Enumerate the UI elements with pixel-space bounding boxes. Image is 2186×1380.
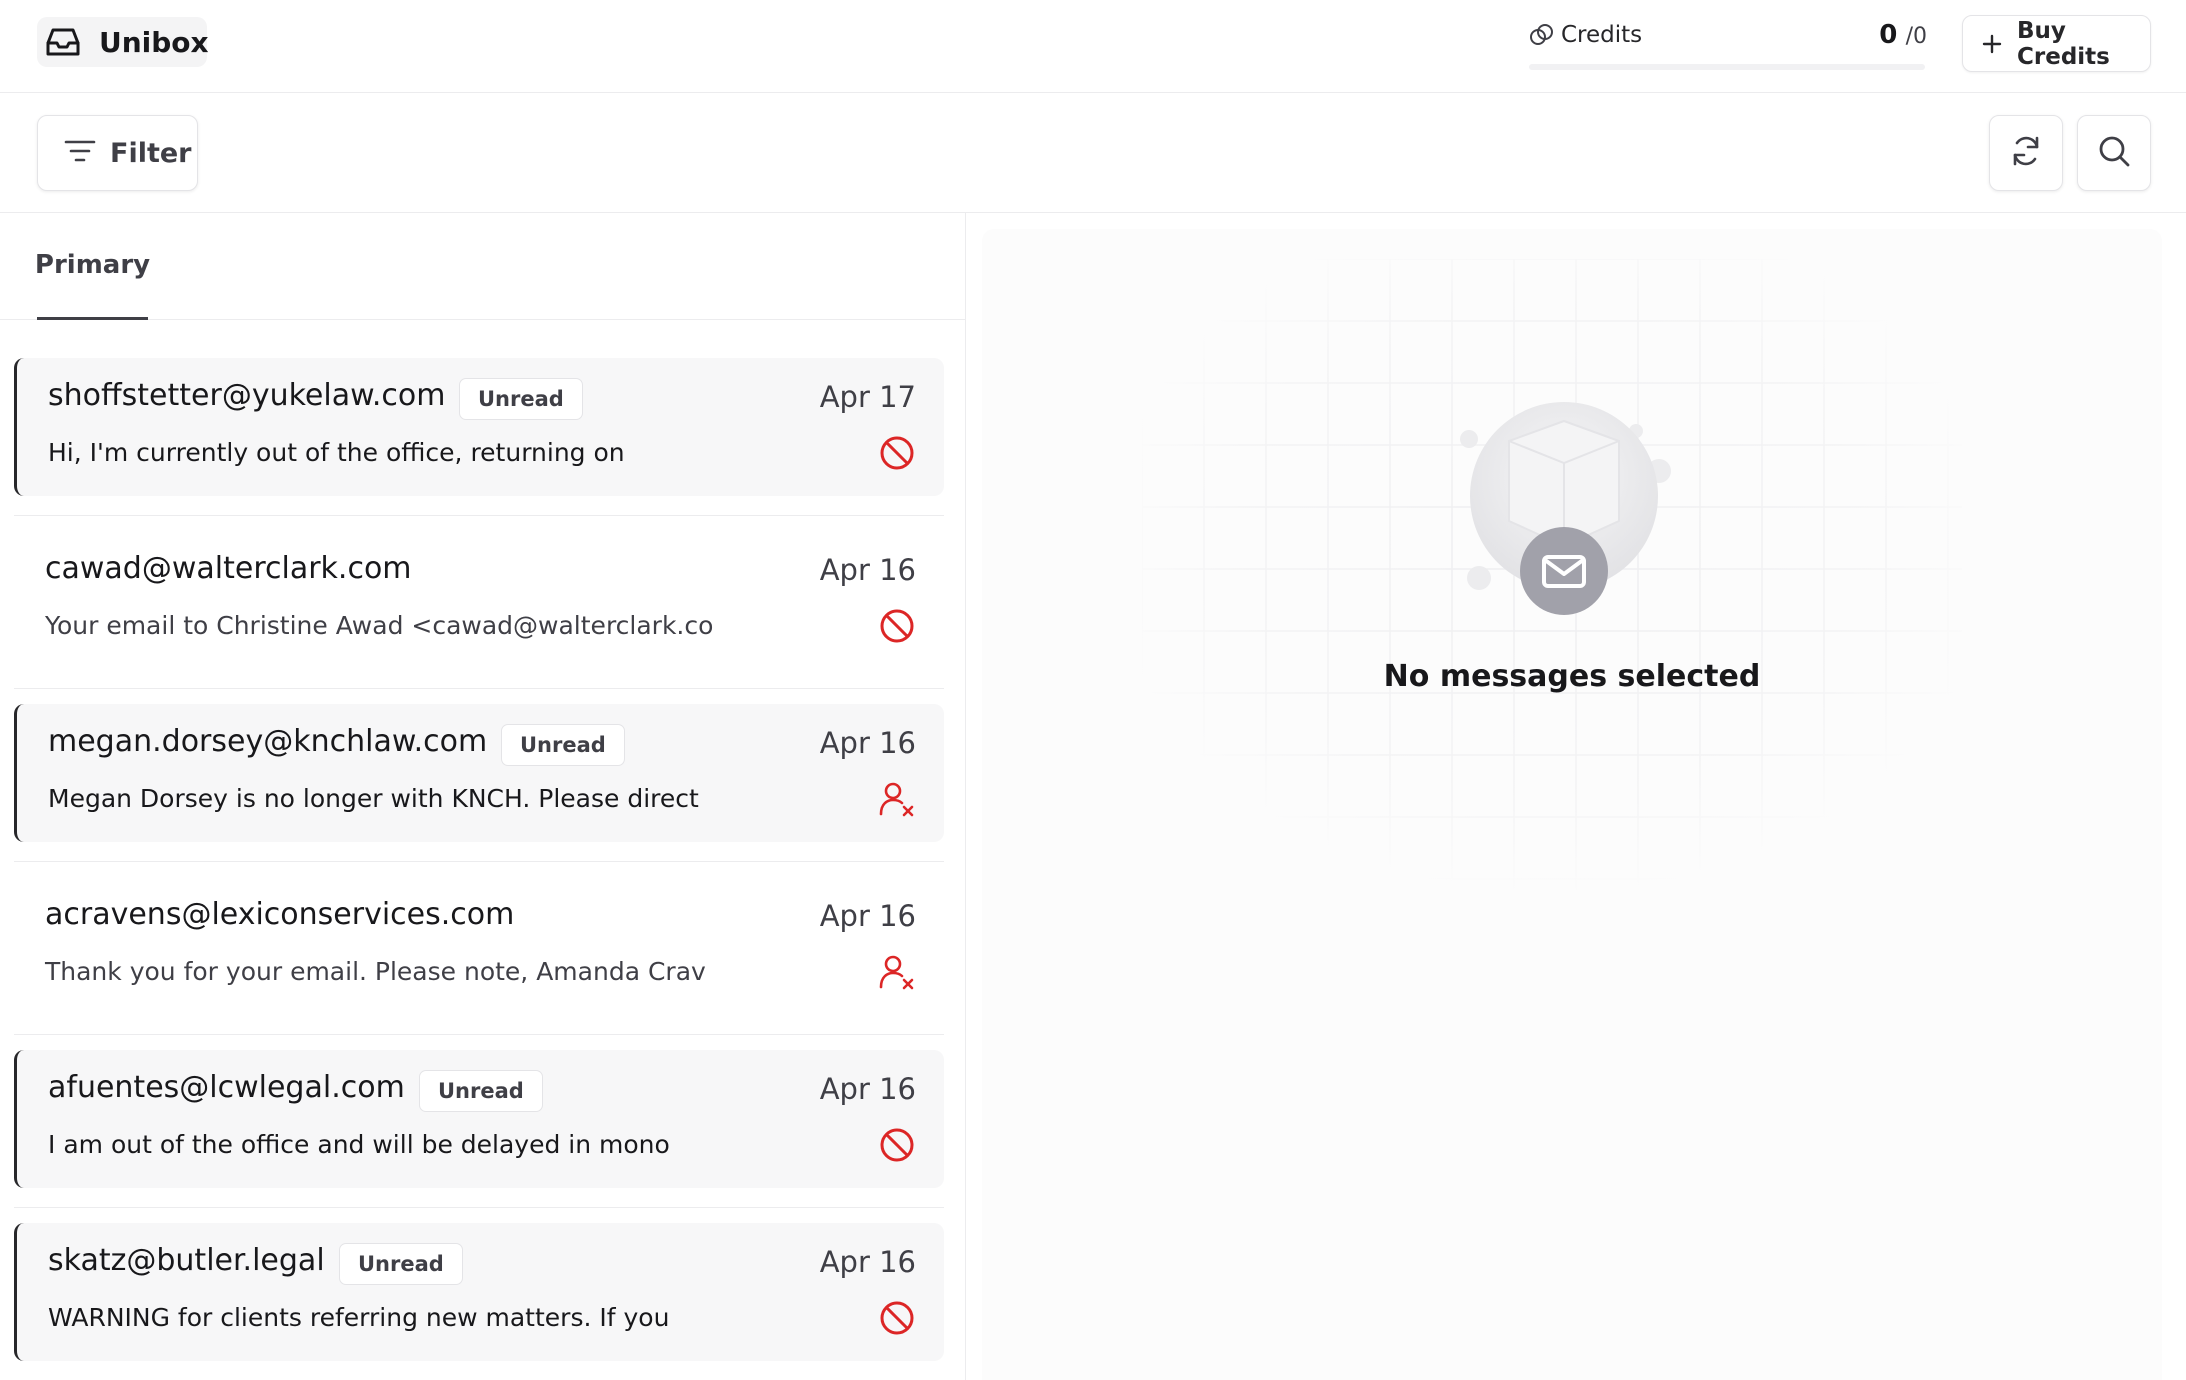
tab-bar: Primary: [0, 213, 965, 320]
message-sender: cawad@walterclark.com: [45, 551, 412, 586]
message-preview: Thank you for your email. Please note, A…: [45, 957, 706, 986]
unread-badge: Unread: [419, 1070, 543, 1112]
credits-used: 0: [1879, 20, 1898, 50]
message-preview: I am out of the office and will be delay…: [48, 1130, 670, 1159]
message-date: Apr 16: [819, 1072, 916, 1106]
row-divider: [14, 515, 944, 516]
row-divider: [14, 1207, 944, 1208]
search-icon: [2096, 133, 2132, 173]
message-sender: megan.dorsey@knchlaw.com: [48, 724, 488, 759]
inbox-icon: [45, 22, 81, 62]
message-row[interactable]: cawad@walterclark.com Apr 16 Your email to…: [14, 531, 944, 669]
tab-primary[interactable]: Primary: [34, 213, 151, 320]
search-button[interactable]: [2077, 115, 2151, 191]
unread-badge: Unread: [501, 724, 625, 766]
message-preview: Your email to Christine Awad <cawad@walt…: [45, 611, 714, 640]
toolbar: Filter: [0, 93, 2186, 213]
credits-total: /0: [1905, 24, 1927, 49]
empty-state-illustration: [1460, 402, 1671, 615]
refresh-icon: [2008, 133, 2044, 173]
message-date: Apr 16: [819, 1245, 916, 1279]
message-date: Apr 17: [819, 380, 916, 414]
blocked-icon: [878, 1299, 916, 1337]
message-sender: skatz@butler.legal: [48, 1243, 325, 1278]
message-preview: Hi, I'm currently out of the office, ret…: [48, 438, 625, 467]
row-divider: [14, 688, 944, 689]
filter-icon: [64, 138, 96, 168]
app-brand[interactable]: Unibox: [37, 17, 209, 67]
user-x-icon: [878, 953, 916, 991]
coins-icon: [1529, 22, 1555, 48]
message-detail-pane: No messages selected: [982, 229, 2162, 1380]
buy-credits-label: Buy Credits: [2017, 17, 2110, 70]
credits-value: 0 /0: [1879, 20, 1927, 50]
message-sender: shoffstetter@yukelaw.com: [48, 378, 446, 413]
tab-primary-label: Primary: [34, 250, 151, 280]
message-preview: WARNING for clients referring new matter…: [48, 1303, 670, 1332]
refresh-button[interactable]: [1989, 115, 2063, 191]
message-sender: afuentes@lcwlegal.com: [48, 1070, 405, 1105]
empty-state-text: No messages selected: [1383, 659, 1761, 694]
message-date: Apr 16: [819, 553, 916, 587]
message-row[interactable]: acravens@lexiconservices.com Apr 16 Thank …: [14, 877, 944, 1015]
plus-icon: [1981, 33, 2003, 55]
credits-meter: Credits 0 /0: [1529, 20, 1927, 72]
blocked-icon: [878, 607, 916, 645]
message-sender: acravens@lexiconservices.com: [45, 897, 515, 932]
app-title: Unibox: [99, 25, 209, 59]
user-x-icon: [878, 780, 916, 818]
message-date: Apr 16: [819, 726, 916, 760]
credits-label: Credits: [1561, 22, 1643, 48]
message-row[interactable]: skatz@butler.legal Unread Apr 16 WARNING fo…: [14, 1223, 944, 1361]
unread-badge: Unread: [459, 378, 583, 420]
message-date: Apr 16: [819, 899, 916, 933]
message-row[interactable]: megan.dorsey@knchlaw.com Unread Apr 16 Mega…: [14, 704, 944, 842]
top-bar: Unibox Credits 0 /0 Buy Credits: [0, 0, 2186, 93]
unread-badge: Unread: [339, 1243, 463, 1285]
credits-progress-bar: [1529, 64, 1925, 70]
blocked-icon: [878, 1126, 916, 1164]
message-list-pane: Primary shoffstetter@yukelaw.com Unread Ap…: [0, 213, 966, 1380]
message-preview: Megan Dorsey is no longer with KNCH. Ple…: [48, 784, 699, 813]
message-row[interactable]: afuentes@lcwlegal.com Unread Apr 16 I am ou…: [14, 1050, 944, 1188]
blocked-icon: [878, 434, 916, 472]
filter-label: Filter: [110, 137, 192, 169]
row-divider: [14, 1034, 944, 1035]
buy-credits-button[interactable]: Buy Credits: [1962, 15, 2151, 72]
filter-button[interactable]: Filter: [37, 115, 198, 191]
message-row[interactable]: shoffstetter@yukelaw.com Unread Apr 17 Hi, …: [14, 358, 944, 496]
row-divider: [14, 861, 944, 862]
